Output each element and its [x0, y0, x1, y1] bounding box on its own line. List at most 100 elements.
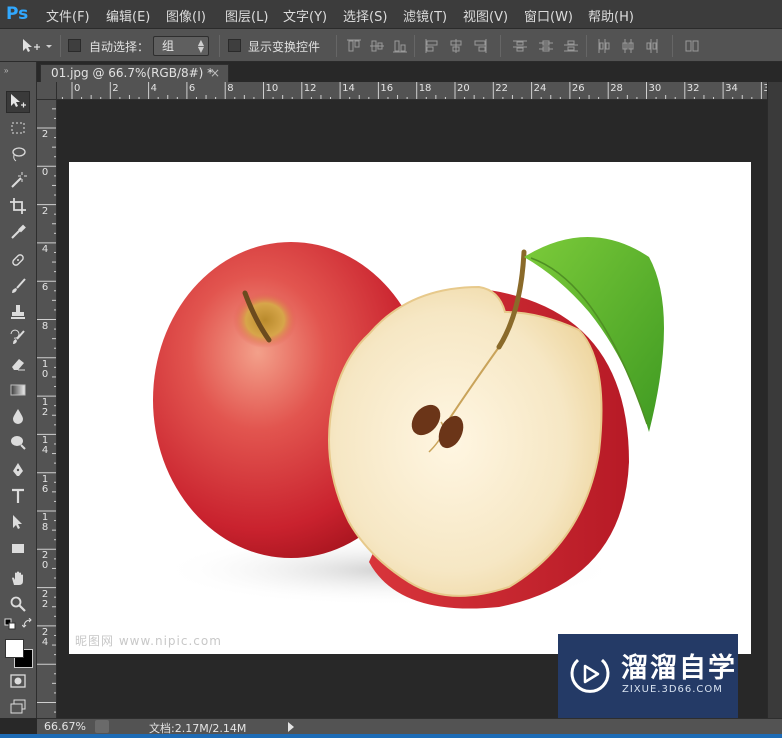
hand-tool[interactable]	[6, 567, 30, 589]
auto-select-dropdown[interactable]: 组 ▲ ▼	[153, 36, 209, 56]
menu-file[interactable]: 文件(F)	[46, 6, 90, 25]
vertical-ruler[interactable]: 2024681012141618202224	[37, 100, 57, 718]
dodge-tool[interactable]	[6, 431, 30, 453]
rectangle-shape-icon	[12, 544, 24, 553]
healing-brush-tool[interactable]	[6, 249, 30, 271]
rectangle-tool[interactable]	[6, 537, 30, 559]
menu-filter[interactable]: 滤镜(T)	[403, 6, 447, 25]
crop-tool[interactable]	[6, 195, 30, 217]
menu-edit[interactable]: 编辑(E)	[106, 6, 150, 25]
clone-stamp-tool[interactable]	[6, 301, 30, 323]
zixue-site-name: 溜溜自学	[621, 653, 737, 684]
eraser-icon	[12, 359, 25, 371]
marquee-tool[interactable]	[6, 117, 30, 139]
auto-select-value: 组	[162, 39, 175, 53]
distribute-right-icon[interactable]	[644, 38, 660, 54]
ruler-label: 24	[41, 626, 49, 648]
ruler-label: 12	[303, 83, 317, 94]
auto-select-checkbox[interactable]	[68, 39, 81, 52]
ruler-label: 8	[41, 320, 49, 332]
eraser-tool[interactable]	[6, 353, 30, 375]
quick-mask-button[interactable]	[6, 670, 30, 692]
align-right-icon[interactable]	[472, 38, 488, 54]
bandage-icon	[12, 254, 24, 266]
ruler-label: 2	[112, 83, 119, 94]
ruler-label: 14	[41, 435, 49, 457]
distribute-hcenter-icon[interactable]	[620, 38, 636, 54]
menu-type[interactable]: 文字(Y)	[283, 6, 327, 25]
ruler-origin[interactable]	[37, 82, 57, 100]
type-t-icon	[12, 488, 24, 503]
default-colors-icon[interactable]	[4, 618, 16, 630]
distribute-bottom-icon[interactable]	[563, 38, 579, 54]
status-info-icon[interactable]	[95, 720, 109, 733]
history-brush-icon	[10, 329, 25, 344]
menu-view[interactable]: 视图(V)	[463, 6, 508, 25]
menu-bar: Ps 文件(F) 编辑(E) 图像(I) 图层(L) 文字(Y) 选择(S) 滤…	[0, 0, 782, 28]
menu-select[interactable]: 选择(S)	[343, 6, 387, 25]
document-tab-title: 01.jpg @ 66.7%(RGB/8#) *	[51, 66, 214, 80]
zoom-tool[interactable]	[6, 593, 30, 615]
direct-selection-arrow-icon	[13, 515, 22, 529]
gradient-icon	[10, 384, 26, 396]
eyedropper-tool[interactable]	[6, 221, 30, 243]
menu-help[interactable]: 帮助(H)	[588, 6, 634, 25]
zoom-level[interactable]: 66.67%	[44, 720, 86, 733]
align-bottom-icon[interactable]	[392, 38, 408, 54]
lasso-tool[interactable]	[6, 143, 30, 165]
move-tool-icon	[23, 39, 52, 52]
zixue-watermark-logo: 溜溜自学 ZIXUE.3D66.COM	[558, 634, 738, 718]
ruler-label: 20	[457, 83, 470, 94]
align-vcenter-icon[interactable]	[369, 38, 385, 54]
distribute-left-icon[interactable]	[596, 38, 612, 54]
ruler-label: 20	[41, 550, 49, 572]
show-transform-checkbox[interactable]	[228, 39, 241, 52]
menu-layer[interactable]: 图层(L)	[225, 6, 268, 25]
ruler-label: 24	[533, 83, 547, 94]
brush-icon	[12, 278, 26, 293]
auto-select-label: 自动选择：	[89, 40, 150, 54]
zixue-site-url: ZIXUE.3D66.COM	[622, 684, 723, 695]
pen-tool[interactable]	[6, 459, 30, 481]
ruler-label: 28	[610, 83, 623, 94]
close-icon[interactable]: ×	[210, 65, 220, 82]
foreground-color-swatch[interactable]	[5, 639, 24, 658]
ruler-label: 8	[227, 83, 234, 94]
vertical-scrollbar[interactable]	[767, 82, 782, 718]
ruler-label: 12	[41, 397, 49, 419]
magic-wand-tool[interactable]	[6, 169, 30, 191]
document-canvas[interactable]: 昵图网 www.nipic.com	[69, 162, 751, 654]
menu-window[interactable]: 窗口(W)	[524, 6, 573, 25]
screen-mode-button[interactable]	[6, 696, 30, 718]
distribute-vcenter-icon[interactable]	[538, 38, 554, 54]
swap-colors-icon[interactable]	[21, 617, 34, 630]
ruler-label: 6	[188, 83, 196, 94]
spinner-arrows-icon: ▲ ▼	[197, 38, 204, 54]
auto-align-layers-icon[interactable]	[684, 38, 700, 54]
status-menu-arrow-icon[interactable]	[286, 721, 296, 733]
align-top-icon[interactable]	[346, 38, 362, 54]
pen-icon	[13, 463, 23, 476]
menu-image[interactable]: 图像(I)	[166, 6, 206, 25]
tool-preset-picker[interactable]	[20, 37, 54, 55]
type-tool[interactable]	[6, 485, 30, 507]
apple-cavity	[233, 292, 297, 348]
hand-icon	[12, 571, 23, 585]
blur-tool[interactable]	[6, 405, 30, 427]
gradient-tool[interactable]	[6, 379, 30, 401]
ruler-label: 6	[41, 282, 49, 294]
align-hcenter-icon[interactable]	[448, 38, 464, 54]
water-drop-icon	[13, 409, 23, 424]
align-left-icon[interactable]	[424, 38, 440, 54]
ruler-label: 32	[686, 83, 700, 94]
apple-photo	[153, 237, 664, 609]
distribute-top-icon[interactable]	[512, 38, 528, 54]
move-tool[interactable]	[6, 91, 30, 113]
history-brush-tool[interactable]	[6, 327, 30, 349]
panel-grip-icon[interactable]: »	[4, 66, 9, 75]
ruler-label: 2	[41, 129, 49, 140]
brush-tool[interactable]	[6, 275, 30, 297]
horizontal-ruler[interactable]: 024681012141618202224262830323436	[57, 82, 767, 100]
path-selection-tool[interactable]	[6, 511, 30, 533]
document-tab[interactable]: 01.jpg @ 66.7%(RGB/8#) * ×	[40, 64, 229, 82]
